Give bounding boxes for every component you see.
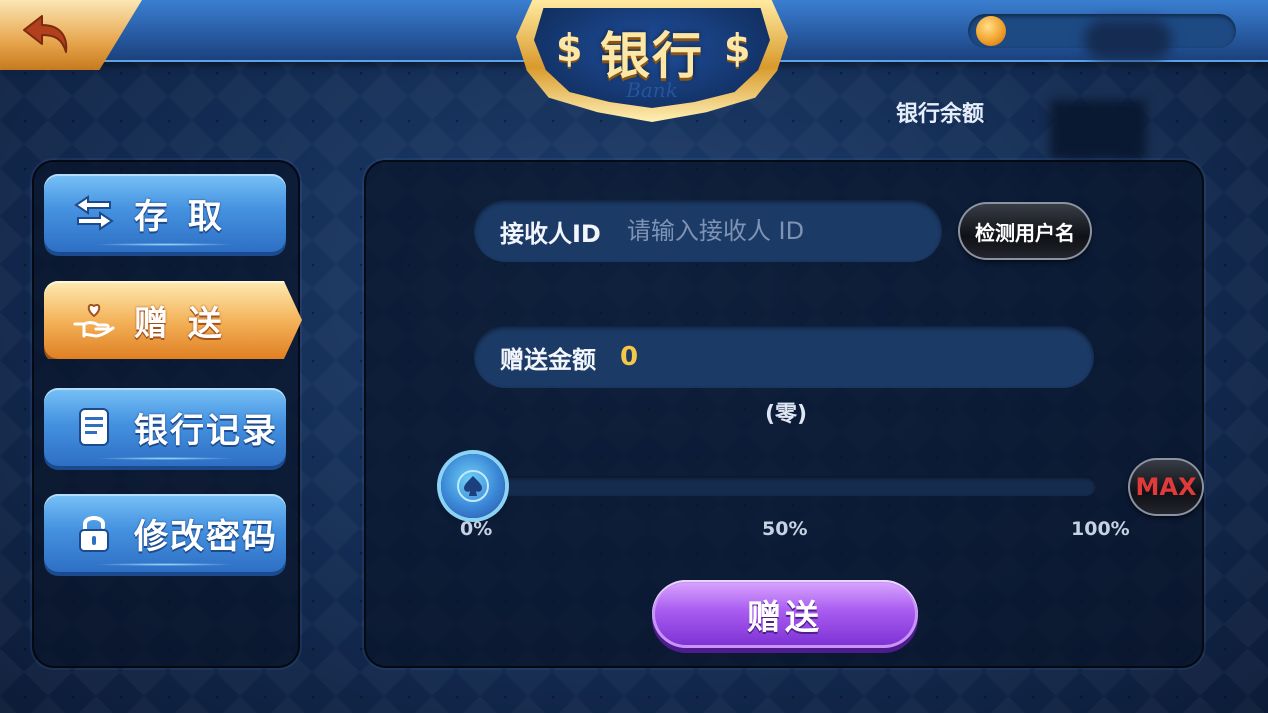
document-icon bbox=[79, 408, 109, 446]
coin-balance-redacted bbox=[1084, 20, 1172, 60]
sidebar-item-label: 银行记录 bbox=[134, 410, 278, 451]
bank-balance-redacted bbox=[1050, 100, 1146, 160]
slider-tick-100: 100% bbox=[1071, 518, 1130, 540]
sidebar-item-change-password[interactable]: 修改密码 bbox=[44, 494, 286, 572]
gift-hand-heart-icon bbox=[73, 304, 115, 338]
coin-icon bbox=[976, 16, 1006, 46]
sidebar-item-gift[interactable]: 赠 送 bbox=[44, 281, 302, 359]
deposit-withdraw-arrows-icon bbox=[74, 195, 114, 231]
slider-tick-50: 50% bbox=[762, 518, 808, 540]
sidebar-item-label: 存 取 bbox=[134, 196, 226, 237]
lock-icon bbox=[79, 516, 109, 552]
bank-emblem: $ $ 银行 Bank bbox=[516, 0, 788, 130]
page-subtitle: Bank bbox=[626, 78, 678, 102]
recipient-id-input[interactable] bbox=[624, 216, 909, 246]
max-button[interactable]: MAX bbox=[1128, 458, 1204, 516]
sidebar-item-deposit-withdraw[interactable]: 存 取 bbox=[44, 174, 286, 252]
slider-tick-0: 0% bbox=[460, 518, 493, 540]
bank-balance-label: 银行余额 bbox=[896, 102, 985, 127]
sidebar-item-bank-records[interactable]: 银行记录 bbox=[44, 388, 286, 466]
spade-icon bbox=[457, 470, 489, 502]
gift-submit-button[interactable]: 赠送 bbox=[652, 580, 918, 648]
amount-in-words: (零) bbox=[764, 402, 808, 427]
gift-amount-field[interactable]: 赠送金额 0 bbox=[474, 326, 1094, 388]
gift-amount-label: 赠送金额 bbox=[500, 345, 596, 374]
sidebar-item-label: 赠 送 bbox=[134, 303, 226, 344]
sidebar-item-label: 修改密码 bbox=[134, 516, 278, 557]
recipient-id-label: 接收人ID bbox=[500, 219, 601, 248]
gift-amount-value: 0 bbox=[620, 342, 639, 372]
recipient-id-field: 接收人ID bbox=[474, 200, 942, 262]
amount-slider-handle[interactable] bbox=[441, 454, 505, 518]
check-username-button[interactable]: 检测用户名 bbox=[958, 202, 1092, 260]
back-arrow-icon bbox=[23, 15, 68, 53]
amount-slider-track[interactable] bbox=[470, 476, 1096, 496]
